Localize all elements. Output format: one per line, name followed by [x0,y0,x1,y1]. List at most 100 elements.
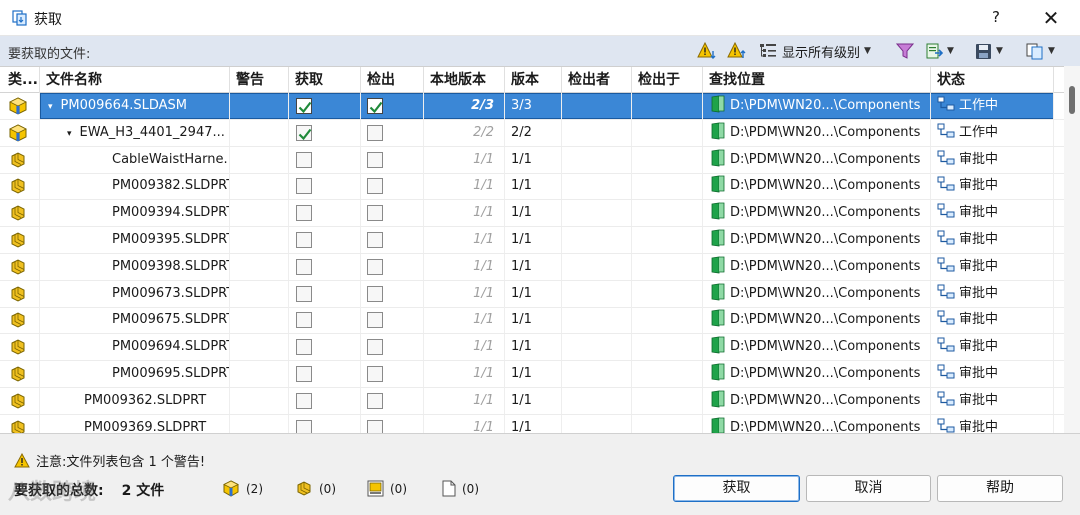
checked-out-in-cell [632,146,703,173]
version-cell: 1/1 [505,253,562,280]
location-path: D:\PDM\WN20...\Components [730,312,921,328]
column-warning[interactable]: 警告 [230,67,289,93]
export-dropdown[interactable]: ▼ [925,41,954,61]
file-name-cell[interactable]: PM009673.SLDPRT [40,280,230,307]
toolbar: 要获取的文件: 显示所有级别 ▼ ▼ ▼ ▼ [0,36,1080,66]
checkout-checkbox[interactable] [367,124,383,141]
file-name-cell[interactable]: PM009694.SLDPRT [40,334,230,361]
checkout-checkbox[interactable] [367,312,383,329]
get-checkbox[interactable] [296,366,312,382]
get-checkbox[interactable] [296,205,312,222]
checked-out-in-cell [632,361,703,387]
checkout-checkbox[interactable] [367,98,383,114]
cancel-button[interactable]: 取消 [806,475,931,502]
checkout-checkbox[interactable] [367,366,383,382]
file-name-cell[interactable]: PM009362.SLDPRT [40,387,230,414]
help-button[interactable]: ? [985,8,1007,30]
checkout-checkbox[interactable] [367,285,383,302]
get-button[interactable]: 获取 [673,475,800,502]
column-checked-out-in[interactable]: 检出于 [632,67,703,93]
file-name-cell[interactable]: CableWaistHarne... [40,146,230,173]
file-name-cell[interactable]: PM009675.SLDPRT [40,307,230,334]
checkout-checkbox[interactable] [367,178,383,195]
checkout-checkbox[interactable] [367,151,383,168]
table-row[interactable]: PM009394.SLDPRT 1/1 1/1 D:\PDM\WN20...\Comp… [0,200,1064,228]
show-all-levels-dropdown[interactable]: 显示所有级别 ▼ [759,41,871,61]
copy-dropdown[interactable]: ▼ [1026,41,1055,61]
vault-folder-icon [711,202,725,220]
get-checkbox[interactable] [296,178,312,195]
part-icon [11,205,25,221]
table-row[interactable]: PM009369.SLDPRT 1/1 1/1 D:\PDM\WN20...\Comp… [0,414,1064,433]
checkout-checkbox[interactable] [367,232,383,248]
table-row[interactable]: ▾ PM009664.SLDASM 2/3 3/3 D:\PDM\WN20...\Com… [0,93,1064,120]
checkout-cell [361,387,424,414]
file-name-cell[interactable]: PM009394.SLDPRT [40,200,230,227]
table-row[interactable]: ▾ EWA_H3_4401_2947... 2/2 2/2 D:\PDM\WN20...… [0,119,1064,147]
checkout-checkbox[interactable] [367,258,383,275]
file-name-cell[interactable]: PM009369.SLDPRT [40,414,230,433]
table-row[interactable]: CableWaistHarne... 1/1 1/1 D:\PDM\WN20...\C… [0,146,1064,174]
save-dropdown[interactable]: ▼ [975,41,1003,61]
warning-next-button[interactable] [697,41,717,61]
column-checked-out-by[interactable]: 检出者 [562,67,632,93]
file-name-cell[interactable]: ▾ EWA_H3_4401_2947... [40,119,230,146]
type-cell [0,200,40,227]
close-button[interactable]: ✕ [1040,6,1062,30]
expand-arrow-icon[interactable]: ▾ [48,102,53,112]
get-checkbox[interactable] [296,312,312,329]
vault-folder-icon [711,229,725,247]
column-found-in[interactable]: 查找位置 [703,67,931,93]
get-checkbox[interactable] [296,151,312,168]
checkout-checkbox[interactable] [367,339,383,356]
table-row[interactable]: PM009382.SLDPRT 1/1 1/1 D:\PDM\WN20...\Comp… [0,173,1064,201]
file-name-cell[interactable]: PM009695.SLDPRT [40,361,230,387]
table-row[interactable]: PM009398.SLDPRT 1/1 1/1 D:\PDM\WN20...\Comp… [0,253,1064,281]
column-checkout[interactable]: 检出 [361,67,424,93]
checkout-checkbox[interactable] [367,419,383,433]
location-path: D:\PDM\WN20...\Components [730,232,921,247]
table-row[interactable]: PM009675.SLDPRT 1/1 1/1 D:\PDM\WN20...\Comp… [0,307,1064,335]
get-checkbox[interactable] [296,419,312,433]
scrollbar-thumb[interactable] [1069,86,1075,114]
get-checkbox[interactable] [296,339,312,356]
column-version[interactable]: 版本 [505,67,562,93]
local-version-cell: 1/1 [424,307,505,334]
table-row[interactable]: PM009694.SLDPRT 1/1 1/1 D:\PDM\WN20...\Comp… [0,334,1064,362]
get-files-app-icon [12,10,27,26]
get-checkbox[interactable] [296,258,312,275]
column-local-version[interactable]: 本地版本 [424,67,505,93]
table-row[interactable]: PM009395.SLDPRT 1/1 1/1 D:\PDM\WN20...\Comp… [0,227,1064,254]
expand-arrow-icon[interactable]: ▾ [67,129,72,139]
table-row[interactable]: PM009673.SLDPRT 1/1 1/1 D:\PDM\WN20...\Comp… [0,280,1064,308]
get-checkbox[interactable] [296,124,312,141]
file-name-cell[interactable]: PM009382.SLDPRT [40,173,230,200]
checked-out-in-cell [632,307,703,334]
help-footer-button[interactable]: 帮助 [937,475,1063,502]
column-type[interactable]: 类... [0,67,40,93]
file-name-cell[interactable]: ▾ PM009664.SLDASM [40,93,230,119]
checkout-cell [361,361,424,387]
file-name-cell[interactable]: PM009398.SLDPRT [40,253,230,280]
warning-prev-button[interactable] [727,41,747,61]
table-row[interactable]: PM009695.SLDPRT 1/1 1/1 D:\PDM\WN20...\Comp… [0,361,1064,388]
file-name-cell[interactable]: PM009395.SLDPRT [40,227,230,253]
type-cell [0,334,40,361]
get-checkbox[interactable] [296,98,312,114]
state-cell: 审批中 [931,361,1054,387]
checkout-checkbox[interactable] [367,205,383,222]
column-get[interactable]: 获取 [289,67,361,93]
vault-folder-icon [711,122,725,140]
get-checkbox[interactable] [296,232,312,248]
found-in-cell: D:\PDM\WN20...\Components [703,334,931,361]
vertical-scrollbar[interactable] [1064,66,1080,433]
filter-button[interactable] [896,41,914,61]
column-file-name[interactable]: 文件名称 [40,67,230,93]
get-checkbox[interactable] [296,392,312,409]
type-cell [0,173,40,200]
get-checkbox[interactable] [296,285,312,302]
found-in-cell: D:\PDM\WN20...\Components [703,414,931,433]
column-state[interactable]: 状态 [931,67,1054,93]
table-row[interactable]: PM009362.SLDPRT 1/1 1/1 D:\PDM\WN20...\Comp… [0,387,1064,415]
checkout-checkbox[interactable] [367,392,383,409]
